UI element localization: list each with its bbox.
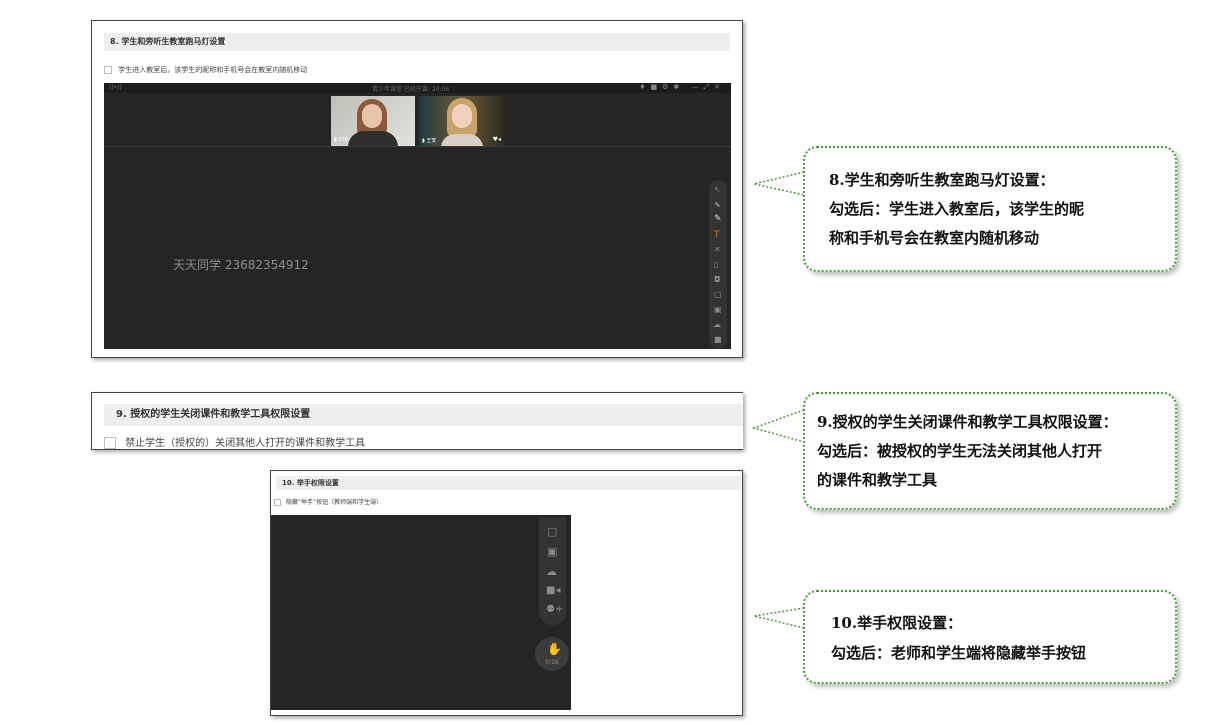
- video-tile-name: ▮ 王安: [422, 138, 437, 144]
- pointer-icon[interactable]: ↖: [714, 186, 721, 194]
- section-title: 10. 举手权限设置: [276, 476, 741, 490]
- teacher-face: [362, 104, 382, 128]
- video-tile-teacher[interactable]: ▮ 618: [331, 96, 415, 146]
- panel-marquee-setting: 8. 学生和旁听生教室跑马灯设置 学生进入教室后，该学生的昵称和手机号会在教室内…: [91, 20, 743, 358]
- video-tile-name: ▮ 618: [334, 137, 348, 143]
- callout-pointer-1: [753, 171, 805, 196]
- callout-line: 8.学生和旁听生教室跑马灯设置：: [829, 171, 1055, 189]
- checkbox-label: 学生进入教室后，该学生的昵称和手机号会在教室内随机移动: [118, 66, 308, 74]
- cloud-icon[interactable]: ☁: [713, 321, 721, 329]
- callout-line: 10.举手权限设置：: [831, 614, 963, 632]
- edit-icon[interactable]: ▢: [714, 291, 722, 299]
- select-icon[interactable]: ⬉: [714, 201, 721, 209]
- teacher-body: [348, 131, 398, 146]
- callout-line: 勾选后：被授权的学生无法关闭其他人打开: [817, 442, 1103, 460]
- users-icon[interactable]: ⚉+: [546, 605, 563, 615]
- callout-courseware: 9.授权的学生关闭课件和教学工具权限设置： 勾选后：被授权的学生无法关闭其他人打…: [803, 392, 1177, 510]
- section-title: 9. 授权的学生关闭课件和教学工具权限设置: [104, 404, 743, 426]
- video-icon[interactable]: ■◂: [546, 586, 560, 596]
- eraser-icon[interactable]: ✕: [714, 246, 721, 254]
- panel-close-courseware-permission: 9. 授权的学生关闭课件和教学工具权限设置 禁止学生（授权的）关闭其他人打开的课…: [91, 392, 743, 450]
- courseware-checkbox-row[interactable]: 禁止学生（授权的）关闭其他人打开的课件和教学工具: [104, 434, 365, 449]
- tool-bar: ↖ ⬉ ✎ T ✕ ▯ ◘ ▢ ▣ ☁ ■: [709, 180, 727, 349]
- callout-line: 勾选后：老师和学生端将隐藏举手按钮: [831, 644, 1087, 662]
- callout-marquee: 8.学生和旁听生教室跑马灯设置： 勾选后：学生进入教室后，该学生的昵 称和手机号…: [803, 146, 1177, 272]
- tool-bar: ▢ ▣ ☁ ■◂ ⚉+: [539, 517, 566, 625]
- signal-icon: ((•)): [109, 84, 122, 91]
- hand-icon: ✋: [547, 642, 562, 656]
- callout-raise-hand: 10.举手权限设置： 勾选后：老师和学生端将隐藏举手按钮: [803, 590, 1177, 684]
- marquee-checkbox[interactable]: [104, 66, 112, 74]
- classroom-preview: ▢ ▣ ☁ ■◂ ⚉+ ✋ 0/16: [271, 515, 571, 710]
- video-icon[interactable]: ■: [714, 336, 722, 344]
- callout-line: 称和手机号会在教室内随机移动: [829, 229, 1040, 247]
- student-body: [441, 134, 483, 146]
- window-controls[interactable]: ♦■⚙✱ —⤢✕: [639, 83, 725, 92]
- mic-icon: ♥◂: [492, 136, 501, 143]
- video-tile-student[interactable]: ▮ 王安 ♥◂: [419, 96, 505, 146]
- classroom-preview: ((•)) 青少年课堂 已经开课: 20:06 ♦■⚙✱ —⤢✕ ▮ 618 ▮…: [104, 83, 731, 349]
- edit-icon[interactable]: ▢: [547, 526, 557, 537]
- camera-icon[interactable]: ◘: [714, 276, 720, 284]
- checkbox-label: 禁止学生（授权的）关闭其他人打开的课件和教学工具: [125, 438, 366, 449]
- courseware-checkbox[interactable]: [104, 437, 116, 449]
- marquee-checkbox-row[interactable]: 学生进入教室后，该学生的昵称和手机号会在教室内随机移动: [104, 65, 307, 75]
- raise-hand-checkbox[interactable]: [274, 499, 281, 506]
- marquee-text: 天天同学 23682354912: [173, 258, 309, 272]
- pen-icon[interactable]: ✎: [714, 215, 722, 224]
- callout-line: 的课件和教学工具: [817, 471, 938, 489]
- text-icon[interactable]: T: [714, 231, 720, 240]
- toolbox-icon[interactable]: ▣: [547, 546, 557, 557]
- hand-count: 0/16: [545, 659, 559, 666]
- raise-hand-checkbox-row[interactable]: 隐藏“举手”按钮（教师端和学生端）: [274, 497, 382, 506]
- callout-line: 勾选后：学生进入教室后，该学生的昵: [829, 200, 1085, 218]
- section-title: 8. 学生和旁听生教室跑马灯设置: [104, 33, 730, 51]
- callout-pointer-2: [751, 409, 805, 443]
- video-row-divider: [104, 146, 731, 147]
- callout-pointer-3: [753, 607, 805, 629]
- cloud-icon[interactable]: ☁: [546, 566, 557, 577]
- top-bar-text: 青少年课堂 已经开课: 20:06: [372, 86, 450, 93]
- trash-icon[interactable]: ▯: [714, 261, 718, 269]
- student-face: [452, 104, 472, 128]
- raise-hand-button[interactable]: ✋ 0/16: [535, 637, 569, 671]
- panel-raise-hand-permission: 10. 举手权限设置 隐藏“举手”按钮（教师端和学生端） ▢ ▣ ☁ ■◂ ⚉+…: [270, 470, 743, 716]
- callout-line: 9.授权的学生关闭课件和教学工具权限设置：: [817, 413, 1118, 431]
- checkbox-label: 隐藏“举手”按钮（教师端和学生端）: [285, 499, 383, 506]
- toolbox-icon[interactable]: ▣: [714, 306, 722, 314]
